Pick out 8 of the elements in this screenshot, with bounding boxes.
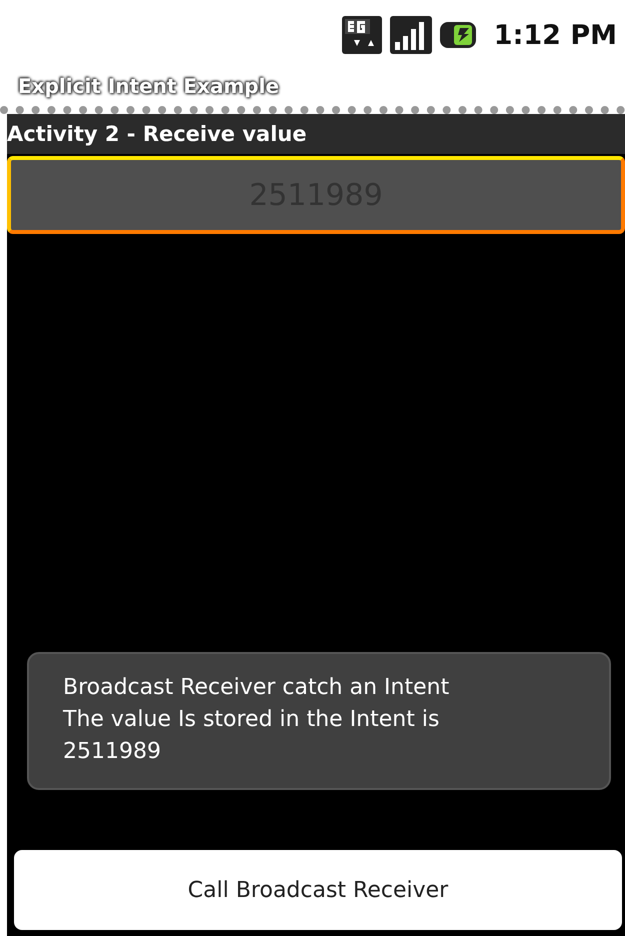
battery-charging-icon — [440, 20, 478, 50]
app-title: Explicit Intent Example — [18, 74, 280, 98]
toast-text: Broadcast Receiver catch an Intent — [63, 674, 450, 702]
status-time: 1:12 PM — [494, 20, 617, 50]
activity-title: Activity 2 - Receive value — [7, 122, 307, 146]
signal-icon — [390, 16, 432, 54]
call-broadcast-receiver-button[interactable]: Call Broadcast Receiver — [14, 850, 622, 930]
toast-text: The value Is stored in the Intent is 2511989 — [63, 706, 440, 766]
